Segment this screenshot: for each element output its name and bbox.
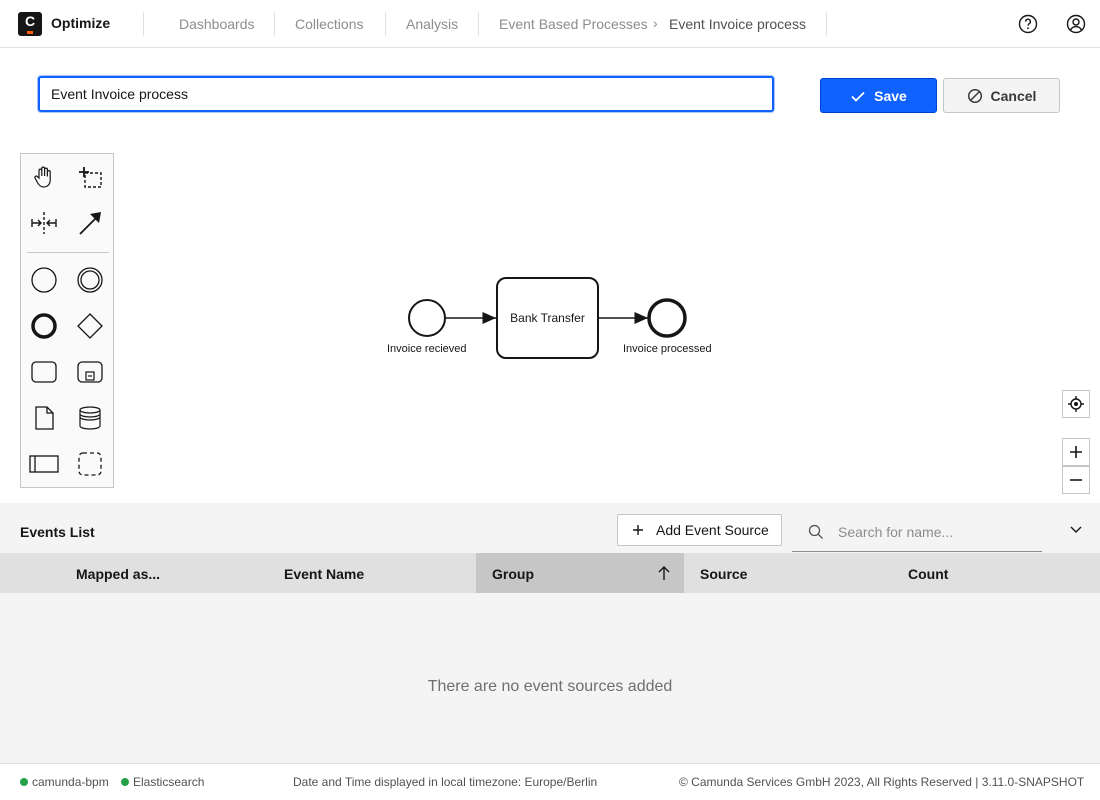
status-camunda-bpm: camunda-bpm (20, 775, 109, 789)
timezone-note: Date and Time displayed in local timezon… (293, 775, 598, 789)
add-event-source-label: Add Event Source (656, 522, 769, 538)
start-event-icon (31, 267, 57, 293)
end-event-tool[interactable] (27, 309, 61, 343)
connect-arrow-icon (79, 212, 101, 235)
subprocess-icon (77, 361, 103, 383)
nav-divider (274, 12, 275, 36)
column-source[interactable]: Source (700, 566, 747, 582)
task-icon (31, 361, 57, 383)
events-list-title: Events List (20, 524, 95, 540)
crosshair-icon (1068, 396, 1084, 412)
breadcrumb-event-based-processes[interactable]: Event Based Processes (499, 16, 648, 32)
column-mapped-as[interactable]: Mapped as... (76, 566, 160, 582)
subprocess-tool[interactable] (73, 355, 107, 389)
cancel-button[interactable]: Cancel (943, 78, 1060, 113)
intermediate-event-icon (77, 267, 103, 293)
process-name-input[interactable] (38, 76, 774, 112)
data-object-icon (35, 406, 54, 430)
nav-analysis[interactable]: Analysis (406, 16, 458, 32)
app-name[interactable]: Optimize (51, 15, 110, 31)
cancel-label: Cancel (990, 87, 1037, 104)
plus-icon (633, 525, 643, 535)
checkmark-icon (851, 91, 865, 102)
app-header: C Optimize Dashboards Collections Analys… (0, 0, 1100, 48)
save-label: Save (874, 87, 907, 104)
intermediate-event-tool[interactable] (73, 263, 107, 297)
data-store-icon (79, 406, 101, 430)
nav-divider (385, 12, 386, 36)
nav-dashboards[interactable]: Dashboards (179, 16, 255, 32)
search-input[interactable] (838, 521, 1028, 543)
empty-state-message: There are no event sources added (427, 678, 673, 695)
task-label: Bank Transfer (510, 311, 585, 325)
task-tool[interactable] (27, 355, 61, 389)
zoom-in-button[interactable] (1062, 438, 1090, 466)
pool-tool[interactable] (27, 447, 61, 481)
group-tool[interactable] (73, 447, 107, 481)
start-event-label: Invoice recieved (387, 343, 467, 355)
start-event-tool[interactable] (27, 263, 61, 297)
events-panel: Events List Add Event Source Mapped as..… (0, 503, 1100, 763)
nav-divider (478, 12, 479, 36)
logo-accent (27, 31, 33, 34)
pool-icon (29, 455, 59, 473)
lasso-icon (79, 167, 102, 188)
search-icon (808, 524, 823, 539)
user-icon[interactable] (1065, 13, 1087, 35)
status-dot (121, 778, 129, 786)
add-event-source-button[interactable]: Add Event Source (617, 514, 782, 546)
events-table-header: Mapped as... Event Name Group Source Cou… (0, 553, 1100, 593)
start-event[interactable] (408, 299, 446, 337)
column-event-name[interactable]: Event Name (284, 566, 364, 582)
column-count[interactable]: Count (908, 566, 948, 582)
space-tool-icon (31, 212, 57, 234)
breadcrumb-separator: › (653, 15, 658, 31)
lasso-tool[interactable] (73, 160, 107, 194)
reset-view-button[interactable] (1062, 390, 1090, 418)
status-label: Elasticsearch (133, 775, 205, 789)
chevron-down-icon[interactable] (1068, 521, 1084, 537)
nav-divider (143, 12, 144, 36)
end-event-label: Invoice processed (623, 343, 712, 355)
bpmn-palette (20, 153, 114, 488)
hand-icon (34, 166, 51, 188)
status-label: camunda-bpm (32, 775, 109, 789)
status-elasticsearch: Elasticsearch (121, 775, 204, 789)
column-group[interactable]: Group (492, 566, 534, 582)
data-object-tool[interactable] (27, 401, 61, 435)
zoom-out-button[interactable] (1062, 466, 1090, 494)
plus-icon (1070, 446, 1082, 458)
arrow-up-icon[interactable] (656, 565, 672, 581)
nav-collections[interactable]: Collections (295, 16, 363, 32)
camunda-logo[interactable]: C (18, 12, 42, 36)
end-event-icon (31, 313, 57, 339)
space-tool[interactable] (27, 206, 61, 240)
bpmn-diagram (408, 277, 687, 359)
minus-icon (1070, 479, 1082, 481)
search-field (792, 513, 1042, 552)
breadcrumb-current: Event Invoice process (669, 16, 806, 32)
status-dot (20, 778, 28, 786)
end-event[interactable] (647, 298, 687, 338)
events-table-body: There are no event sources added (0, 593, 1100, 763)
app-footer: camunda-bpm Elasticsearch Date and Time … (0, 763, 1100, 800)
hand-tool[interactable] (27, 160, 61, 194)
cancel-icon (967, 88, 982, 103)
connect-tool[interactable] (73, 206, 107, 240)
save-button[interactable]: Save (820, 78, 937, 113)
copyright: © Camunda Services GmbH 2023, All Rights… (679, 775, 1085, 789)
logo-letter: C (24, 13, 36, 29)
gateway-tool[interactable] (73, 309, 107, 343)
data-store-tool[interactable] (73, 401, 107, 435)
nav-divider (826, 12, 827, 36)
group-icon (78, 452, 102, 476)
palette-divider (27, 252, 109, 253)
help-icon[interactable] (1017, 13, 1039, 35)
gateway-icon (77, 313, 103, 339)
